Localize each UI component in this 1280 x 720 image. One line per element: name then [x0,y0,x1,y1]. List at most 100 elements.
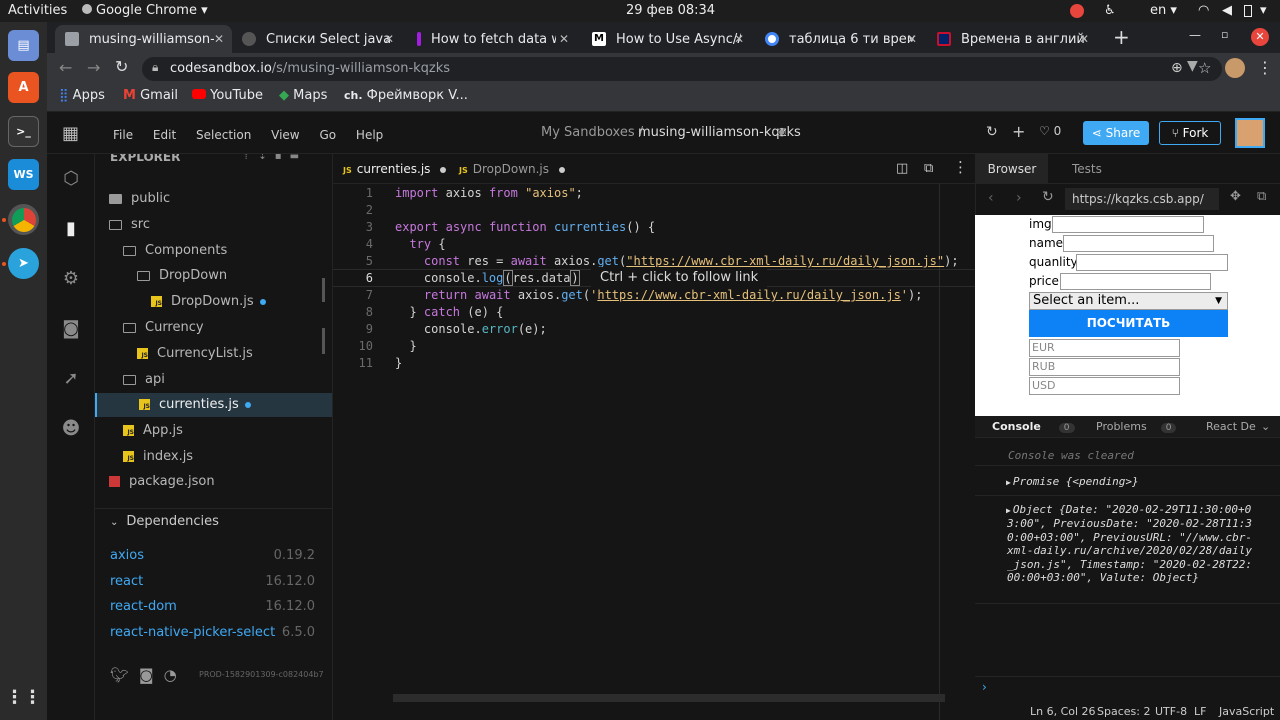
quantity-input[interactable] [1076,254,1228,271]
tree-scrollbar[interactable] [322,328,325,354]
deploy-rocket-icon[interactable]: ➚ [60,368,82,390]
settings-gear-icon[interactable]: ⚙ [60,268,82,290]
volume-icon[interactable]: ◀ [1222,3,1232,18]
profile-avatar[interactable] [1225,58,1245,78]
menu-selection[interactable]: Selection [196,128,251,142]
bookmark-framework[interactable]: ch. Фреймворк V... [344,88,468,103]
indentation[interactable]: Spaces: 2 [1097,705,1150,718]
menu-help[interactable]: Help [356,128,383,142]
telegram-icon[interactable]: ➤ [8,248,39,279]
unsaved-dot-icon[interactable] [559,166,566,173]
cursor-position[interactable]: Ln 6, Col 26 [1030,705,1096,718]
usd-input[interactable]: USD [1029,377,1180,395]
twitter-icon[interactable]: 🐦︎ [110,666,129,684]
tree-item[interactable]: src [95,213,332,237]
tree-item[interactable]: Components [95,239,332,263]
clock[interactable]: 29 фев 08:34 [626,3,715,18]
files-app-icon[interactable]: ▤ [8,30,39,61]
address-bar[interactable]: 🔒︎ codesandbox.io/s/musing-williamson-kq… [142,57,1222,81]
price-input[interactable] [1060,273,1211,290]
file-explorer-icon[interactable]: ▮ [60,218,82,240]
terminal-icon[interactable]: >_ [8,116,39,147]
close-tab-icon[interactable]: ✕ [734,32,744,46]
dependency-item[interactable]: react-dom 16.12.0 [110,598,315,616]
open-new-window-icon[interactable]: ⧉ [1257,189,1266,204]
tab-select-lists[interactable]: Списки Select javas ✕ [232,25,402,53]
close-window-icon[interactable]: ✕ [1251,28,1269,46]
user-avatar[interactable] [1235,118,1265,148]
encoding[interactable]: UTF-8 [1155,705,1187,718]
restore-window-icon[interactable]: ▫ [1221,28,1228,41]
upload-icon[interactable]: ⇡ [242,154,258,162]
tree-item[interactable]: JS currenties.js [95,393,332,417]
active-app-menu[interactable]: Google Chrome ▾ [82,3,208,18]
download-icon[interactable]: ⇣ [258,154,274,162]
preview-address-bar[interactable]: https://kqzks.csb.app/ [1065,188,1219,210]
back-arrow-icon[interactable]: ← [59,58,72,77]
show-applications-icon[interactable]: ⋮⋮ [6,682,42,713]
tab-console[interactable]: Console 0 [992,420,1075,433]
close-tab-icon[interactable]: ✕ [559,32,569,46]
eur-input[interactable]: EUR [1029,339,1180,357]
tab-browser[interactable]: Browser [976,154,1048,184]
split-editor-icon[interactable]: ◫ [896,161,908,176]
language-indicator[interactable]: en ▾ [1150,3,1177,18]
github-icon[interactable]: ◙ [139,666,154,684]
extension-icon[interactable]: ▼ [1187,58,1198,74]
img-input[interactable] [1052,216,1204,233]
tab-codesandbox[interactable]: musing-williamson-k ✕ [55,25,232,53]
tree-item[interactable]: api [95,368,332,392]
bookmark-youtube[interactable]: YouTube [192,88,263,103]
live-collab-icon[interactable]: ☻ [60,418,82,440]
menu-edit[interactable]: Edit [153,128,176,142]
close-tab-icon[interactable]: ✕ [907,32,917,46]
dependency-item[interactable]: react-native-picker-select 6.5.0 [110,624,315,642]
tree-item[interactable]: Currency [95,316,332,340]
power-menu-icon[interactable]: ▾ [1260,3,1267,18]
close-tab-icon[interactable]: ✕ [384,32,394,46]
new-file-icon[interactable]: ▪ [275,154,290,162]
tree-item[interactable]: package.json [95,470,332,494]
open-preview-icon[interactable]: ⧉ [924,161,933,176]
tab-tests[interactable]: Tests [1072,154,1102,184]
bookmark-maps[interactable]: ◆ Maps [279,88,327,103]
close-tab-icon[interactable]: ✕ [1079,32,1089,46]
tree-scrollbar[interactable] [322,278,325,302]
tab-problems[interactable]: Problems 0 [1096,420,1177,433]
minimize-window-icon[interactable]: — [1189,28,1201,42]
fork-button[interactable]: ⑂ Fork [1159,121,1221,145]
chrome-dock-icon[interactable] [8,204,39,235]
menu-go[interactable]: Go [319,128,336,142]
promise-log[interactable]: ▶ Promise {<pending>} [1006,475,1139,488]
menu-file[interactable]: File [113,128,133,142]
refresh-icon[interactable]: ↻ [986,124,998,140]
console-input[interactable]: › [975,676,1280,700]
menu-view[interactable]: View [271,128,299,142]
new-folder-icon[interactable]: ▬ [290,154,307,162]
tab-async-await[interactable]: M How to Use Async/A ✕ [582,25,752,53]
object-log[interactable]: ▶ Object {Date: "2020-02-29T11:30:00+0 3:… [1006,503,1276,584]
unsaved-dot-icon[interactable] [440,166,447,173]
tree-item[interactable]: DropDown [95,264,332,288]
add-icon[interactable]: ⊕ [1171,60,1183,76]
activities-button[interactable]: Activities [8,3,67,18]
codesandbox-logo-icon[interactable]: ▦ [62,123,79,144]
tray-app-icon[interactable] [1070,4,1084,18]
share-button[interactable]: ⋖ Share [1083,121,1149,145]
tab-tenses-table[interactable]: таблица 6 ти време ✕ [755,25,925,53]
refresh-icon[interactable]: ↻ [1042,189,1054,205]
new-tab-icon[interactable]: + [1113,25,1130,49]
like-button[interactable]: ♡ 0 [1039,124,1061,138]
bookmark-apps[interactable]: ⣿ Apps [59,88,105,103]
name-input[interactable] [1063,235,1214,252]
item-select[interactable]: Select an item... ▼ [1029,292,1228,310]
rub-input[interactable]: RUB [1029,358,1180,376]
editor-tab-dropdown[interactable]: JS DropDown.js [459,154,566,184]
reload-icon[interactable]: ↻ [115,57,128,76]
github-icon[interactable]: ◙ [60,318,82,340]
tree-item[interactable]: JS DropDown.js [95,290,332,314]
bookmark-gmail[interactable]: M Gmail [123,88,178,103]
url-string[interactable]: https://www.cbr-xml-daily.ru/daily_json.… [597,288,900,302]
tab-fetch-data[interactable]: How to fetch data w ✕ [407,25,577,53]
editor-tab-currenties[interactable]: JS currenties.js [343,154,447,184]
